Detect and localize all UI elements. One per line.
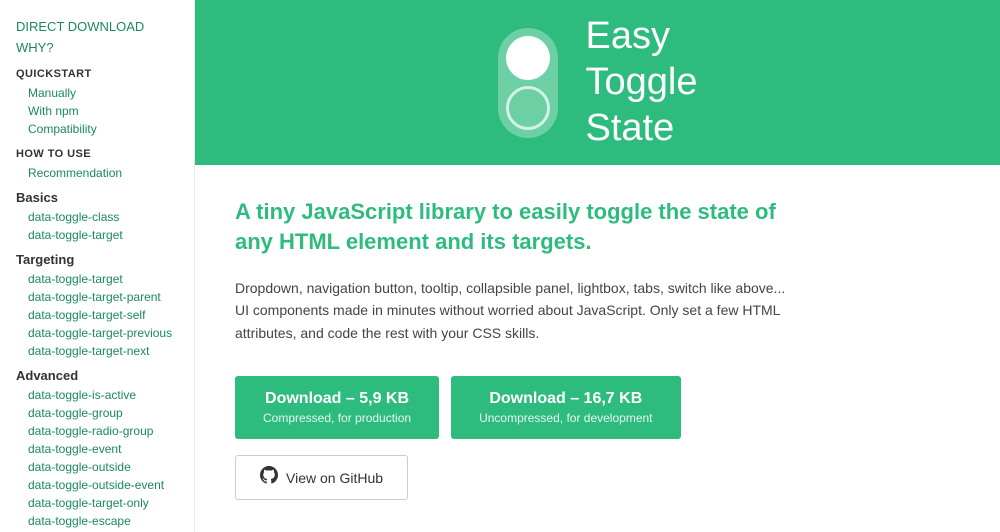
- sidebar-item-data-toggle-outside[interactable]: data-toggle-outside: [0, 458, 194, 476]
- sidebar-item-manually[interactable]: Manually: [0, 84, 194, 102]
- download-uncompressed-button[interactable]: Download – 16,7 KB Uncompressed, for dev…: [451, 376, 680, 439]
- description-line2: UI components made in minutes without wo…: [235, 302, 780, 340]
- hero-banner: Easy Toggle State: [195, 0, 1000, 165]
- main-description: Dropdown, navigation button, tooltip, co…: [235, 277, 815, 344]
- sidebar-item-data-toggle-target-parent[interactable]: data-toggle-target-parent: [0, 288, 194, 306]
- download-uncompressed-sublabel: Uncompressed, for development: [479, 411, 652, 425]
- sidebar-item-data-toggle-outside-event[interactable]: data-toggle-outside-event: [0, 476, 194, 494]
- github-label: View on GitHub: [286, 470, 383, 486]
- sidebar-section-how-to-use: HOW TO USE: [0, 138, 194, 164]
- sidebar-item-data-toggle-target-self[interactable]: data-toggle-target-self: [0, 306, 194, 324]
- github-button[interactable]: View on GitHub: [235, 455, 408, 500]
- toggle-circle-top: [506, 36, 550, 80]
- hero-title: Easy Toggle State: [586, 14, 698, 151]
- sidebar-item-data-toggle-target-1[interactable]: data-toggle-target: [0, 226, 194, 244]
- sidebar-section-quickstart: QUICKSTART: [0, 58, 194, 84]
- download-uncompressed-label: Download – 16,7 KB: [479, 390, 652, 408]
- sidebar-category-targeting: Targeting: [0, 244, 194, 270]
- sidebar-item-data-toggle-group[interactable]: data-toggle-group: [0, 404, 194, 422]
- sidebar-item-data-toggle-target-previous[interactable]: data-toggle-target-previous: [0, 324, 194, 342]
- sidebar-item-why[interactable]: WHY?: [0, 37, 194, 58]
- sidebar-category-advanced: Advanced: [0, 360, 194, 386]
- download-compressed-sublabel: Compressed, for production: [263, 411, 411, 425]
- sidebar-item-data-toggle-radio-group[interactable]: data-toggle-radio-group: [0, 422, 194, 440]
- sidebar-item-data-toggle-event[interactable]: data-toggle-event: [0, 440, 194, 458]
- sidebar-item-npm[interactable]: With npm: [0, 102, 194, 120]
- download-buttons: Download – 5,9 KB Compressed, for produc…: [235, 376, 960, 439]
- sidebar-item-recommendation[interactable]: Recommendation: [0, 164, 194, 182]
- sidebar-item-data-toggle-class[interactable]: data-toggle-class: [0, 208, 194, 226]
- main-content: Easy Toggle State A tiny JavaScript libr…: [195, 0, 1000, 532]
- sidebar-item-data-toggle-target-only[interactable]: data-toggle-target-only: [0, 494, 194, 512]
- sidebar-category-basics: Basics: [0, 182, 194, 208]
- description-line1: Dropdown, navigation button, tooltip, co…: [235, 280, 785, 296]
- toggle-circle-bottom: [506, 86, 550, 130]
- content-area: A tiny JavaScript library to easily togg…: [195, 165, 1000, 532]
- sidebar-item-data-toggle-target-next[interactable]: data-toggle-target-next: [0, 342, 194, 360]
- main-tagline: A tiny JavaScript library to easily togg…: [235, 197, 795, 256]
- sidebar-item-direct-download[interactable]: DIRECT DOWNLOAD: [0, 16, 194, 37]
- sidebar-item-data-toggle-escape[interactable]: data-toggle-escape: [0, 512, 194, 530]
- sidebar-item-data-toggle-target-2[interactable]: data-toggle-target: [0, 270, 194, 288]
- toggle-icon: [498, 28, 558, 138]
- download-compressed-button[interactable]: Download – 5,9 KB Compressed, for produc…: [235, 376, 439, 439]
- download-compressed-label: Download – 5,9 KB: [263, 390, 411, 408]
- github-icon: [260, 466, 278, 489]
- sidebar-item-data-toggle-is-active[interactable]: data-toggle-is-active: [0, 386, 194, 404]
- sidebar-item-compatibility[interactable]: Compatibility: [0, 120, 194, 138]
- sidebar: DIRECT DOWNLOAD WHY? QUICKSTART Manually…: [0, 0, 195, 532]
